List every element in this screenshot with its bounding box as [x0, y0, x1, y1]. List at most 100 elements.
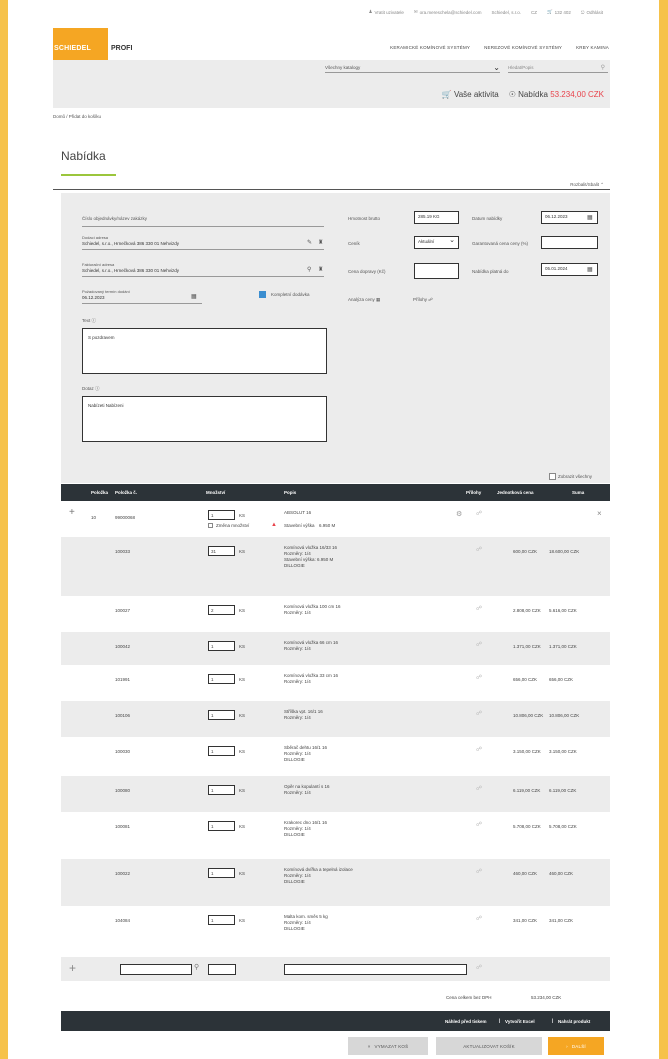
paperclip-icon[interactable]: ☍: [476, 746, 482, 753]
unit-label: KS: [239, 788, 246, 793]
nav-item-stoves[interactable]: KRBY KAMINA: [576, 45, 609, 50]
edit-icon[interactable]: ✎: [307, 239, 312, 246]
qty-input[interactable]: 1: [208, 746, 235, 756]
pricelist-label: Ceník: [348, 241, 360, 246]
invoice-field[interactable]: [82, 276, 324, 277]
paperclip-icon[interactable]: ☍: [476, 605, 482, 612]
chevron-right-icon: ›: [566, 1043, 568, 1049]
gear-icon[interactable]: ⚙: [456, 510, 462, 518]
complete-delivery-checkbox[interactable]: [259, 291, 266, 298]
collapse-toggle[interactable]: Rozbalit/Sbalit ⌃: [570, 182, 604, 188]
summary-row: Cena celkem bez DPH 53.234,00 CZK: [61, 981, 610, 1011]
binoculars-icon[interactable]: ♜: [318, 266, 323, 273]
paperclip-icon[interactable]: ☍: [476, 710, 482, 717]
close-icon[interactable]: ×: [597, 509, 602, 518]
print-preview-link[interactable]: Náhled před tiskem: [445, 1019, 487, 1024]
row-sum: 6.119,00 CZK: [549, 788, 577, 793]
nav-item-steel[interactable]: NEREZOVÉ KOMÍNOVÉ SYSTÉMY: [484, 45, 562, 50]
offer-form: Číslo objednávky/název zakázky Dodací ad…: [61, 193, 610, 483]
paperclip-icon[interactable]: ☍: [476, 546, 482, 553]
user-link[interactable]: ♟ Vratit uzivatele: [368, 9, 403, 15]
row-description: Sběrač dehtu 16/1 16 Rozměry: 1/4 DILLOGIE: [284, 745, 327, 763]
search-icon[interactable]: ⚲: [601, 64, 605, 71]
project-field[interactable]: [82, 226, 324, 227]
add-desc-input[interactable]: [284, 964, 467, 975]
row-description: Komínová dvířka a tepelná izolace Rozměry…: [284, 867, 353, 885]
paperclip-icon[interactable]: ☍: [476, 915, 482, 922]
qty-input[interactable]: 1: [208, 510, 235, 520]
invoice-value: Schiedel, s.r.o., Hrnečková 386 330 01 N…: [82, 268, 180, 273]
search-icon[interactable]: ⚲: [307, 266, 311, 273]
unit-label: KS: [239, 918, 246, 923]
cart-link[interactable]: 🛒 132 402: [547, 9, 571, 15]
note-area[interactable]: Nabízeti Nabízeni: [82, 396, 327, 442]
paperclip-icon[interactable]: ☍: [476, 674, 482, 681]
delete-cart-button[interactable]: × VYMAZAT KOŠ: [348, 1037, 428, 1055]
paperclip-icon[interactable]: ☍: [476, 821, 482, 828]
project-label: Číslo objednávky/název zakázky: [82, 216, 148, 221]
paperclip-icon[interactable]: ☍: [476, 510, 482, 517]
binoculars-icon[interactable]: ♜: [318, 239, 323, 246]
price-field[interactable]: [541, 236, 598, 249]
paperclip-icon[interactable]: ☍: [428, 297, 433, 302]
qty-input[interactable]: 1: [208, 641, 235, 651]
qty-input[interactable]: 31: [208, 546, 235, 556]
qty-input[interactable]: 1: [208, 785, 235, 795]
qty-input[interactable]: 1: [208, 674, 235, 684]
row-unit-price: 3.150,00 CZK: [513, 749, 541, 754]
change-qty-checkbox[interactable]: [208, 523, 213, 528]
table-row: 101991 1 KS Komínová vložka 33 cm 16 Rozměry…: [61, 665, 610, 701]
text-area[interactable]: S pozdravem: [82, 328, 327, 374]
paperclip-icon[interactable]: ☍: [476, 785, 482, 792]
catalog-select[interactable]: Všechny katalogy ⌄: [325, 63, 500, 73]
row-description: Komínová vložka 66 cm 16 Rozměry: 1/4: [284, 640, 338, 652]
qty-input[interactable]: 1: [208, 710, 235, 720]
change-qty-label: Změna množství: [216, 523, 250, 528]
date-value[interactable]: 06.12.2023: [82, 295, 105, 300]
calendar-icon[interactable]: ▦: [587, 266, 593, 273]
search-input[interactable]: Hledat/Popis ⚲: [508, 65, 608, 73]
qty-input[interactable]: 1: [208, 868, 235, 878]
activity-link[interactable]: 🛒 Vaše aktivita: [442, 90, 499, 99]
row-description: Malta kom. směs 5 kg Rozměry: 1/4 DILLOGIE: [284, 914, 328, 932]
show-all-checkbox[interactable]: [549, 473, 556, 480]
expand-icon[interactable]: +: [69, 507, 75, 518]
calendar-icon[interactable]: ▦: [587, 214, 593, 221]
search-bar: Všechny katalogy ⌄ Hledat/Popis ⚲ 🛒 Vaše a…: [53, 60, 610, 108]
header-sum: Suma: [572, 490, 585, 495]
excel-link[interactable]: Vytvořit Excel: [505, 1019, 535, 1024]
calendar-icon[interactable]: ▦: [191, 293, 197, 300]
search-icon[interactable]: ⚲: [194, 963, 199, 971]
add-icon[interactable]: +: [69, 961, 76, 975]
qty-input[interactable]: 1: [208, 821, 235, 831]
pricelist-select[interactable]: Aktuální ⌄: [414, 236, 459, 249]
unit-label: KS: [239, 871, 246, 876]
nav-item-ceramic[interactable]: KERAMICKÉ KOMÍNOVÉ SYSTÉMY: [390, 45, 470, 50]
header-pos: Položka: [91, 490, 109, 495]
analysis-label: Analýza ceny ▦: [348, 297, 381, 302]
date-field[interactable]: [82, 303, 202, 304]
description-line: Rozměry: 1/4: [284, 790, 311, 795]
transport-field[interactable]: [414, 263, 459, 279]
logout-link[interactable]: ⎋ Odhlásit: [581, 9, 603, 15]
next-button[interactable]: › DALŠÍ: [548, 1037, 604, 1055]
qty-input[interactable]: 1: [208, 915, 235, 925]
language-selector[interactable]: CZ: [531, 9, 537, 15]
delivery-field[interactable]: [82, 249, 324, 250]
email-link[interactable]: ✉ ora.mereschela@schiedel.com: [414, 9, 482, 15]
update-cart-button[interactable]: AKTUALIZOVAT KOŠÍK: [436, 1037, 542, 1055]
row-unit-price: 656,00 CZK: [513, 677, 538, 682]
offer-link[interactable]: ☉ Nabídka 53.234,00 CZK: [509, 90, 604, 99]
row-sum: 1.371,00 CZK: [549, 644, 577, 649]
breadcrumb[interactable]: Domů / Přidat do košíku: [53, 114, 101, 119]
add-number-input[interactable]: [120, 964, 192, 975]
paperclip-icon[interactable]: ☍: [476, 964, 482, 971]
qty-input[interactable]: 2: [208, 605, 235, 615]
analysis-icon[interactable]: ▦: [376, 297, 380, 302]
upload-product-link[interactable]: Nahrát produkt: [558, 1019, 590, 1024]
table-row: 100106 1 KS Stříška vpt. 16/1 16 Rozměry: 1/…: [61, 701, 610, 737]
add-qty-input[interactable]: [208, 964, 236, 975]
paperclip-icon[interactable]: ☍: [476, 868, 482, 875]
row-number: 99000068: [115, 515, 136, 520]
paperclip-icon[interactable]: ☍: [476, 641, 482, 648]
